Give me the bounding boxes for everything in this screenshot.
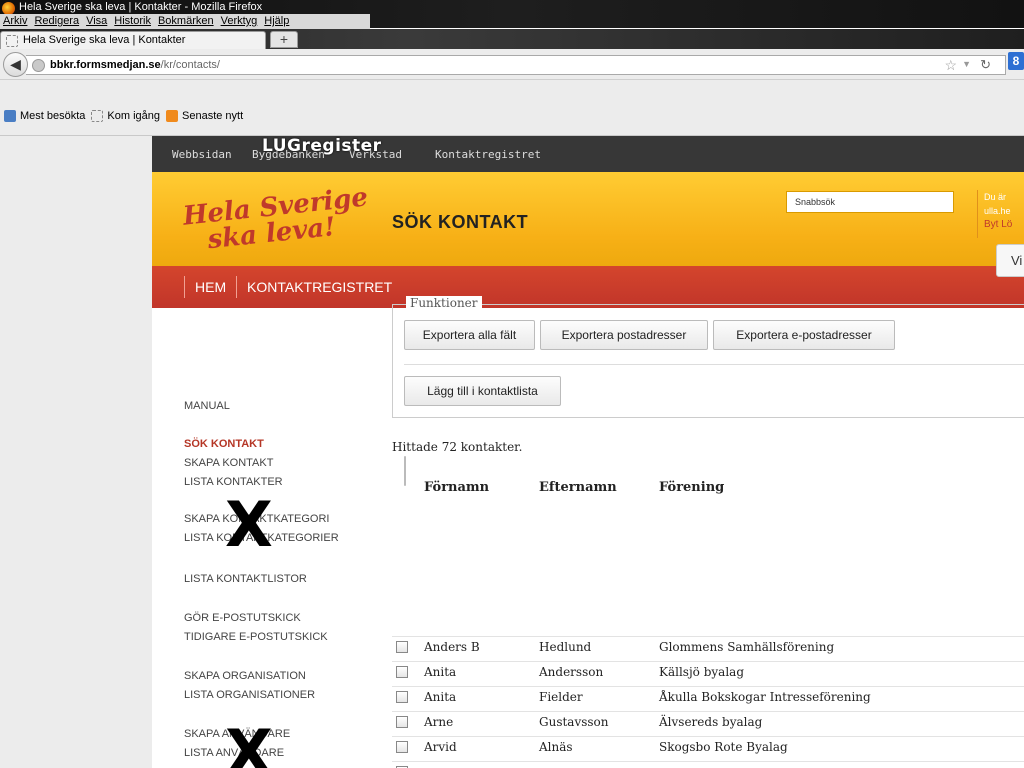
column-efternamn[interactable]: Efternamn (539, 480, 617, 495)
bookmark-kom-igang[interactable]: Kom igång (91, 110, 160, 122)
cell-fornamn: Arne (424, 715, 454, 729)
navigation-bar: bbkr.formsmedjan.se/kr/contacts/ ☆ ▼ ↻ ◀… (0, 49, 1024, 80)
sidebar-item-gor-e-postutskick[interactable]: GÖR E-POSTUTSKICK (184, 612, 301, 624)
back-button[interactable]: ◀ (3, 52, 28, 77)
bookmark-star-icon[interactable]: ☆ (944, 57, 957, 74)
column-forening[interactable]: Förening (659, 480, 724, 495)
cell-fornamn: Anders B (424, 640, 480, 654)
site-header: Hela Sverige ska leva! Snabbsök Du är ul… (152, 172, 1024, 266)
menu-bar: Arkiv Redigera Visa Historik Bokmärken V… (0, 14, 370, 29)
bookmarks-toolbar (0, 80, 1024, 136)
row-checkbox[interactable] (396, 691, 408, 703)
cell-fornamn: Anita (424, 665, 457, 679)
fieldset-divider (404, 364, 1024, 365)
row-checkbox[interactable] (396, 641, 408, 653)
export-postal-addresses-button[interactable]: Exportera postadresser (540, 320, 708, 350)
url-text: bbkr.formsmedjan.se/kr/contacts/ (50, 59, 220, 71)
cell-fornamn: Anita (424, 690, 457, 704)
cell-efternamn: Alnäs (539, 740, 573, 754)
row-checkbox[interactable] (396, 716, 408, 728)
menu-visa[interactable]: Visa (86, 14, 107, 29)
cell-forening: Källsjö byalag (659, 665, 745, 679)
left-margin (0, 136, 152, 768)
main-nav: HEM KONTAKTREGISTRET (152, 266, 1024, 308)
export-all-fields-button[interactable] (404, 456, 406, 486)
sidebar-item-skapa-organisation[interactable]: SKAPA ORGANISATION (184, 670, 306, 682)
column-fornamn[interactable]: Förnamn (424, 480, 489, 495)
menu-redigera[interactable]: Redigera (34, 14, 79, 29)
user-info: Du är ulla.he Byt Lö (977, 190, 1024, 238)
export-all-fields-button[interactable]: Exportera alla fält (404, 320, 535, 350)
sidebar-item-tidigare-e-postutskick[interactable]: TIDIGARE E-POSTUTSKICK (184, 631, 328, 643)
search-engine-icon[interactable]: 8 (1008, 52, 1024, 70)
bookmark-mest-besokta[interactable]: Mest besökta (4, 110, 85, 122)
nav-hem[interactable]: HEM (184, 276, 226, 298)
page-title: SÖK KONTAKT (392, 212, 529, 232)
cell-fornamn: Arvid (424, 740, 457, 754)
sidebar-item-skapa-kontakt[interactable]: SKAPA KONTAKT (184, 457, 273, 469)
export-email-addresses-button[interactable]: Exportera e-postadresser (713, 320, 895, 350)
table-row: Anita Andersson Källsjö byalag (392, 661, 1024, 682)
tab-title: Hela Sverige ska leva | Kontakter (23, 34, 186, 46)
menu-verktyg[interactable]: Verktyg (221, 14, 258, 29)
history-dropdown-icon[interactable]: ▼ (962, 59, 971, 69)
change-password-link[interactable]: Byt Lö (984, 218, 1024, 232)
menu-bokmarken[interactable]: Bokmärken (158, 14, 214, 29)
row-checkbox[interactable] (396, 741, 408, 753)
tab-strip: Hela Sverige ska leva | Kontakter + (0, 29, 1024, 49)
cell-efternamn: Fielder (539, 690, 583, 704)
address-bar[interactable]: bbkr.formsmedjan.se/kr/contacts/ ☆ ▼ ↻ (26, 55, 1006, 75)
result-count: Hittade 72 kontakter. (392, 440, 523, 454)
quicksearch-input[interactable]: Snabbsök (786, 191, 954, 213)
table-row: Anders B Hedlund Glommens Samhällsföreni… (392, 636, 1024, 657)
topnav-kontaktregistret[interactable]: Kontaktregistret (435, 148, 541, 161)
sidebar-item-lista-kontaktlistor[interactable]: LISTA KONTAKTLISTOR (184, 573, 307, 585)
table-row (392, 761, 1024, 768)
cell-forening: Åkulla Bokskogar Intresseförening (659, 690, 871, 704)
rss-icon (166, 110, 179, 122)
row-checkbox[interactable] (396, 666, 408, 678)
functions-legend: Funktioner (406, 296, 482, 310)
bookmarks-list: Mest besökta Kom igång Senaste nytt (4, 110, 249, 122)
menu-arkiv[interactable]: Arkiv (3, 14, 27, 29)
tab-kontakter[interactable]: Hela Sverige ska leva | Kontakter (0, 31, 266, 49)
new-tab-button[interactable]: + (270, 31, 298, 48)
menu-historik[interactable]: Historik (114, 14, 151, 29)
sidebar-item-lista-kontakter[interactable]: LISTA KONTAKTER (184, 476, 283, 488)
menu-hjalp[interactable]: Hjälp (264, 14, 289, 29)
topnav-webbsidan[interactable]: Webbsidan (172, 148, 232, 161)
add-to-contact-list-button[interactable]: Lägg till i kontaktlista (404, 376, 561, 406)
bookmark-senaste-nytt[interactable]: Senaste nytt (166, 110, 243, 122)
table-row: Anita Fielder Åkulla Bokskogar Intressef… (392, 686, 1024, 707)
nav-kontaktregistret[interactable]: KONTAKTREGISTRET (236, 276, 392, 298)
cell-forening: Älvsereds byalag (659, 715, 763, 729)
reload-icon[interactable]: ↻ (980, 57, 991, 73)
site-top-nav: Webbsidan Bygdebanken Verkstad Kontaktre… (152, 136, 1024, 172)
table-row: Arne Gustavsson Älvsereds byalag (392, 711, 1024, 732)
redaction-mark: X (225, 488, 273, 561)
bookmark-folder-icon (4, 110, 16, 122)
view-button[interactable]: Vi (996, 244, 1024, 277)
cell-forening: Skogsbo Rote Byalag (659, 740, 788, 754)
redaction-mark: X (225, 716, 273, 768)
back-arrow-icon: ◀ (10, 56, 21, 72)
lugregister-overlay: LUGregister (262, 136, 382, 156)
table-row: Arvid Alnäs Skogsbo Rote Byalag (392, 736, 1024, 757)
page-icon (6, 35, 18, 47)
window-title: Hela Sverige ska leva | Kontakter - Mozi… (19, 1, 263, 13)
cell-efternamn: Gustavsson (539, 715, 609, 729)
cell-efternamn: Hedlund (539, 640, 592, 654)
sidebar-item-lista-organisationer[interactable]: LISTA ORGANISATIONER (184, 689, 315, 701)
sidebar-item-manual[interactable]: MANUAL (184, 400, 230, 412)
cell-efternamn: Andersson (539, 665, 604, 679)
cell-forening: Glommens Samhällsförening (659, 640, 835, 654)
globe-icon (32, 59, 45, 72)
sidebar-item-sok-kontakt[interactable]: SÖK KONTAKT (184, 438, 264, 450)
site-logo[interactable]: Hela Sverige ska leva! (182, 182, 372, 255)
page-icon (91, 110, 104, 122)
